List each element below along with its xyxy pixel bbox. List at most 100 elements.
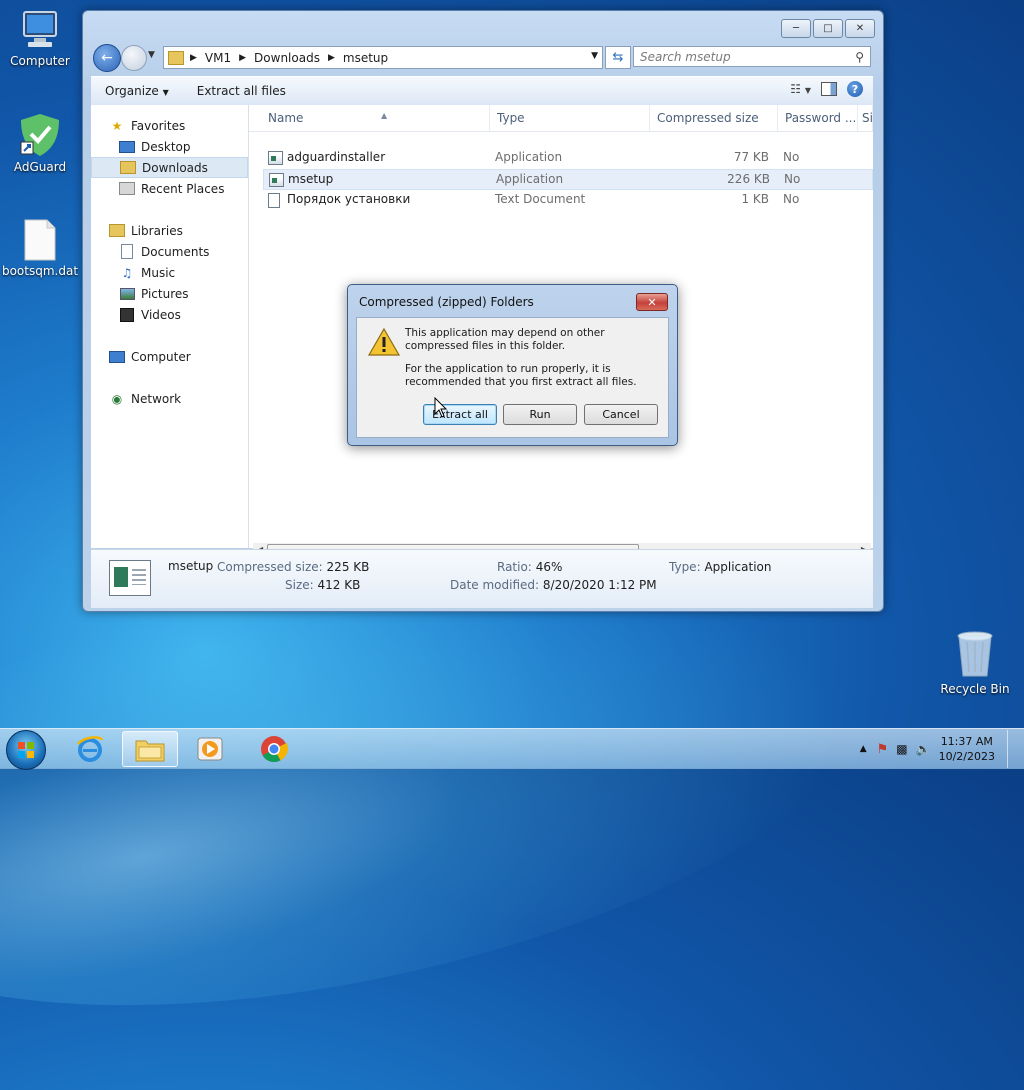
taskbar-media-player[interactable]: [182, 731, 238, 767]
column-size[interactable]: Si: [858, 105, 873, 131]
details-compressed-size: Compressed size: 225 KB: [217, 560, 369, 574]
start-button[interactable]: [6, 730, 46, 770]
desktop-icon-computer[interactable]: Computer: [0, 10, 80, 68]
breadcrumb-vm1[interactable]: VM1: [205, 51, 231, 65]
column-type[interactable]: Type: [490, 105, 650, 131]
file-row[interactable]: msetup Application 226 KB No: [263, 169, 873, 190]
run-button[interactable]: Run: [503, 404, 577, 425]
breadcrumb-separator-icon[interactable]: ▶: [190, 53, 197, 63]
recent-pages-button[interactable]: ▼: [148, 50, 155, 60]
column-name[interactable]: ▲ Name: [261, 105, 490, 131]
blank-file-icon: [23, 218, 57, 262]
column-label: Compressed size: [657, 111, 759, 125]
desktop-icon: [119, 140, 135, 154]
breadcrumb-msetup[interactable]: msetup: [343, 51, 388, 65]
nav-favorites[interactable]: ★ Favorites: [91, 115, 266, 136]
system-tray: ▲ ⚑ ▩ 🔈 11:37 AM 10/2/2023: [860, 729, 1020, 769]
details-value: 412 KB: [317, 578, 361, 592]
view-options-icon[interactable]: ☷ ▼: [790, 82, 811, 96]
nav-downloads[interactable]: Downloads: [91, 157, 248, 178]
desktop-icon-recycle-bin[interactable]: Recycle Bin: [935, 630, 1015, 696]
recycle-bin-icon: [955, 630, 995, 680]
media-player-icon: [197, 737, 223, 761]
dialog-message-primary: This application may depend on other com…: [405, 327, 605, 352]
refresh-button[interactable]: ⇆: [605, 46, 631, 69]
address-dropdown-icon[interactable]: ▼: [591, 51, 598, 61]
details-label: Type:: [669, 560, 701, 574]
nav-network[interactable]: ◉ Network: [91, 388, 266, 409]
details-value: 8/20/2020 1:12 PM: [542, 578, 657, 592]
details-file-name: msetup: [168, 559, 214, 573]
help-icon[interactable]: ?: [847, 81, 863, 97]
column-password[interactable]: Password ...: [778, 105, 858, 131]
column-compressed-size[interactable]: Compressed size: [650, 105, 778, 131]
desktop-icon-bootsqm[interactable]: bootsqm.dat: [0, 218, 80, 278]
clock[interactable]: 11:37 AM 10/2/2023: [939, 734, 995, 764]
maximize-button[interactable]: □: [813, 19, 843, 38]
show-desktop-button[interactable]: [1007, 730, 1020, 768]
column-label: Type: [497, 111, 525, 125]
details-pane: msetup Compressed size: 225 KB Size: 412…: [91, 549, 873, 608]
dialog-title: Compressed (zipped) Folders: [359, 295, 534, 309]
nav-label: Computer: [131, 349, 191, 364]
dialog-message-secondary: For the application to run properly, it …: [405, 363, 637, 388]
details-value: 225 KB: [326, 560, 370, 574]
forward-button[interactable]: [121, 45, 147, 71]
chevron-down-icon: ▼: [148, 50, 155, 60]
nav-label: Desktop: [141, 139, 191, 154]
details-label: Ratio:: [497, 560, 532, 574]
folder-icon: [168, 50, 184, 65]
volume-muted-icon[interactable]: 🔈: [916, 742, 931, 756]
organize-button[interactable]: Organize ▼: [91, 84, 183, 98]
nav-label: Music: [141, 265, 176, 280]
nav-label: Videos: [141, 307, 181, 322]
application-icon: [268, 151, 283, 165]
details-label: Compressed size:: [217, 560, 323, 574]
search-input[interactable]: Search msetup ⚲: [633, 46, 871, 67]
folder-icon: [135, 740, 165, 762]
breadcrumb-separator-icon[interactable]: ▶: [328, 53, 335, 63]
preview-pane-icon[interactable]: [821, 82, 837, 96]
dialog-close-button[interactable]: ✕: [636, 293, 668, 311]
adguard-shield-icon: [17, 112, 63, 158]
column-label: Password ...: [785, 111, 857, 125]
close-button[interactable]: ✕: [845, 19, 875, 38]
action-center-flag-icon[interactable]: ⚑: [877, 742, 889, 757]
file-row[interactable]: Порядок установки Text Document 1 KB No: [263, 190, 873, 211]
warning-icon: [367, 327, 401, 356]
network-status-icon[interactable]: ▩: [896, 742, 907, 756]
nav-label: Favorites: [131, 118, 186, 133]
cancel-button[interactable]: Cancel: [584, 404, 658, 425]
breadcrumb-downloads[interactable]: Downloads: [254, 51, 320, 65]
extract-all-files-button[interactable]: Extract all files: [183, 84, 300, 98]
desktop-icon-label: AdGuard: [13, 160, 67, 174]
search-placeholder: Search msetup: [640, 49, 731, 64]
address-row: ← ▼ ▶ VM1 ▶ Downloads ▶ msetup ▼ ⇆ Searc…: [91, 44, 875, 72]
windows-logo-icon: [18, 742, 34, 758]
text-document-icon: [268, 193, 280, 208]
file-password: No: [783, 192, 800, 206]
taskbar-windows-explorer[interactable]: [122, 731, 178, 767]
desktop-icon-adguard[interactable]: AdGuard: [0, 112, 80, 174]
taskbar-chrome[interactable]: [246, 731, 302, 767]
compressed-folders-dialog[interactable]: Compressed (zipped) Folders ✕ This appli…: [347, 284, 678, 446]
file-row[interactable]: adguardinstaller Application 77 KB No: [263, 148, 873, 169]
breadcrumb-separator-icon[interactable]: ▶: [239, 53, 246, 63]
details-label: Date modified:: [450, 578, 540, 592]
star-icon: ★: [111, 118, 123, 133]
details-ratio: Ratio: 46%: [497, 560, 562, 574]
taskbar-internet-explorer[interactable]: [62, 731, 118, 767]
file-name: adguardinstaller: [287, 150, 386, 164]
music-note-icon: ♫: [121, 265, 133, 280]
nav-computer[interactable]: Computer: [91, 346, 266, 367]
close-icon: ✕: [647, 295, 657, 309]
computer-icon: [109, 350, 125, 364]
address-bar[interactable]: ▶ VM1 ▶ Downloads ▶ msetup ▼: [163, 46, 603, 69]
details-size: Size: 412 KB: [285, 578, 360, 592]
back-button[interactable]: ←: [93, 44, 121, 72]
minimize-button[interactable]: ─: [781, 19, 811, 38]
show-hidden-icons-icon[interactable]: ▲: [860, 744, 867, 754]
nav-libraries[interactable]: Libraries: [91, 220, 266, 241]
search-icon[interactable]: ⚲: [855, 50, 864, 64]
column-header: ▲ Name Type Compressed size Password ...…: [249, 105, 873, 132]
